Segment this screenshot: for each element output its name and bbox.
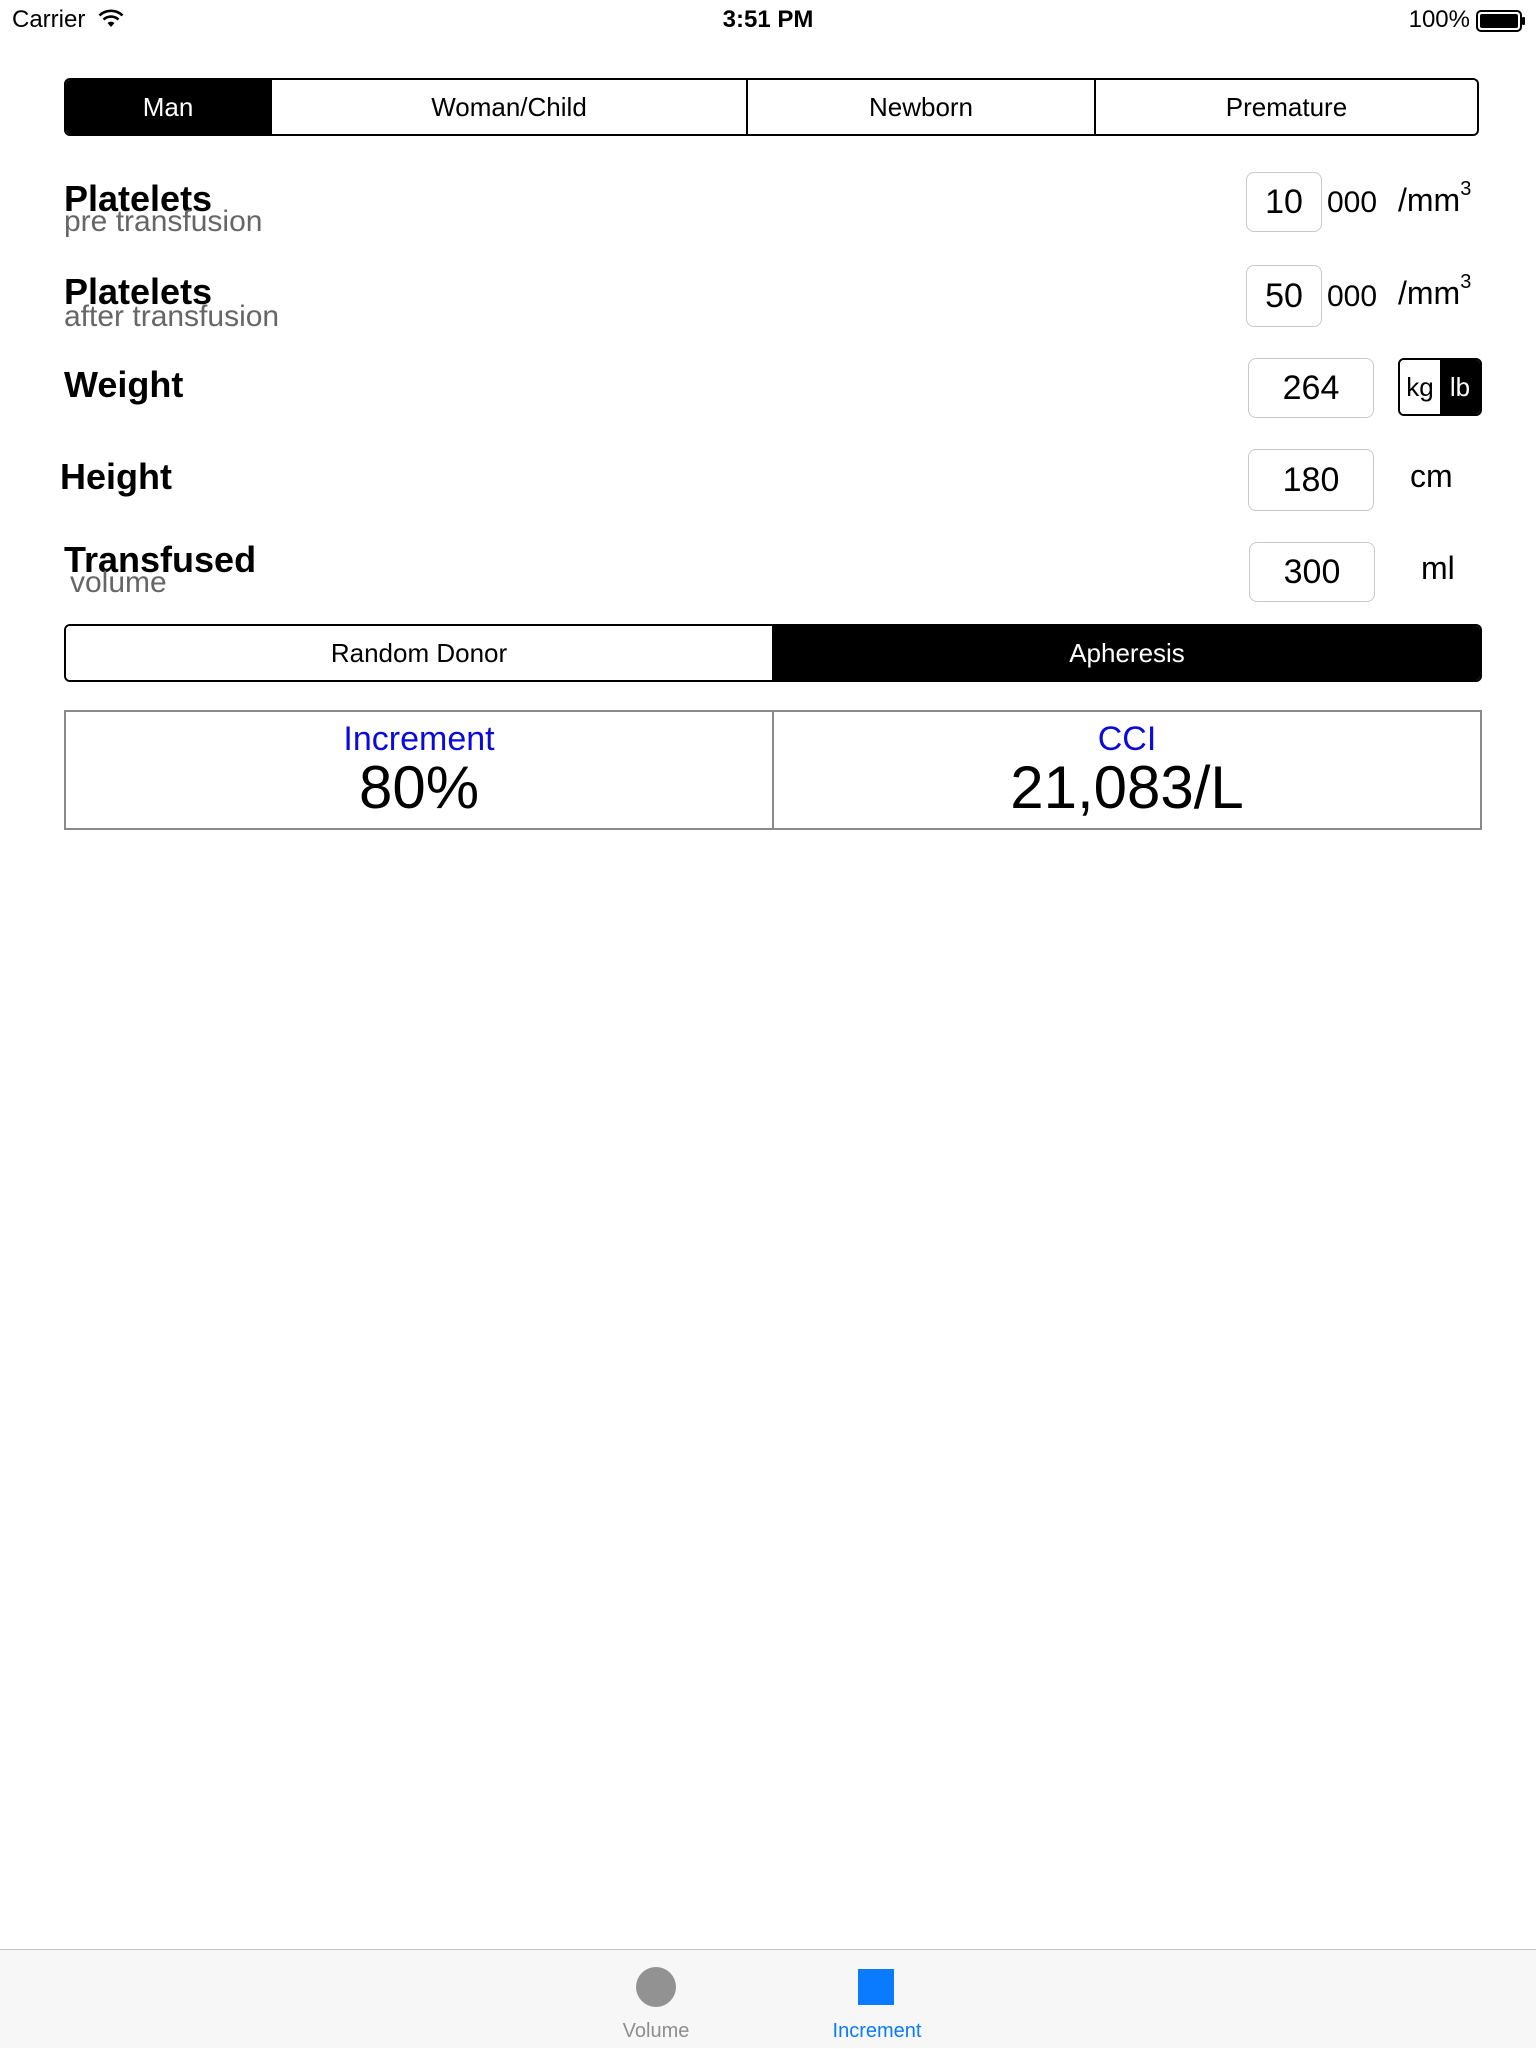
status-bar: Carrier 3:51 PM 100% bbox=[0, 0, 1536, 40]
platelets-post-unit: /mm3 bbox=[1398, 271, 1471, 312]
tab-volume-label: Volume bbox=[622, 2020, 690, 2042]
height-label: Height bbox=[60, 456, 172, 497]
increment-title: Increment bbox=[343, 719, 495, 758]
cci-result: CCI 21,083/L bbox=[774, 712, 1480, 828]
platelets-post-input[interactable]: 50 bbox=[1246, 265, 1322, 327]
weight-input[interactable]: 264 bbox=[1248, 358, 1374, 418]
platelets-post-suffix: 000 bbox=[1327, 280, 1378, 313]
patient-type-segmented-control[interactable]: Man Woman/Child Newborn Premature bbox=[64, 78, 1479, 136]
platelets-pre-suffix: 000 bbox=[1327, 186, 1378, 219]
tab-increment[interactable]: Increment bbox=[777, 1950, 977, 2049]
segment-apheresis[interactable]: Apheresis bbox=[774, 626, 1480, 680]
platelets-pre-sublabel: pre transfusion bbox=[64, 205, 263, 238]
weight-label: Weight bbox=[64, 364, 184, 405]
donor-type-segmented-control[interactable]: Random Donor Apheresis bbox=[64, 624, 1482, 682]
weight-unit-toggle[interactable]: kg lb bbox=[1398, 358, 1482, 416]
circle-icon bbox=[636, 1967, 676, 2007]
segment-man[interactable]: Man bbox=[66, 80, 272, 134]
platelets-post-unit-exponent: 3 bbox=[1460, 271, 1472, 294]
increment-value: 80% bbox=[358, 753, 480, 821]
cci-value: 21,083/L bbox=[1010, 753, 1244, 821]
tab-increment-icon-wrap bbox=[777, 1967, 977, 2007]
segment-woman-child[interactable]: Woman/Child bbox=[272, 80, 748, 134]
platelets-pre-unit: /mm3 bbox=[1398, 178, 1471, 219]
tab-bar: Volume Increment bbox=[0, 1949, 1536, 2048]
battery-icon bbox=[1476, 10, 1525, 32]
tab-volume[interactable]: Volume bbox=[556, 1950, 756, 2049]
platelets-pre-unit-exponent: 3 bbox=[1460, 178, 1472, 201]
transfused-sublabel: volume bbox=[70, 566, 167, 599]
platelets-post-unit-text: /mm bbox=[1398, 275, 1461, 311]
platelets-pre-unit-text: /mm bbox=[1398, 182, 1461, 218]
transfused-unit: ml bbox=[1421, 550, 1455, 586]
tab-increment-label: Increment bbox=[832, 2020, 922, 2042]
cci-title: CCI bbox=[1097, 719, 1157, 758]
square-icon bbox=[858, 1969, 894, 2005]
segment-newborn[interactable]: Newborn bbox=[748, 80, 1096, 134]
transfused-volume-input[interactable]: 300 bbox=[1249, 542, 1375, 602]
height-unit: cm bbox=[1410, 458, 1453, 494]
results-panel: Increment 80% CCI 21,083/L bbox=[64, 710, 1482, 830]
status-time: 3:51 PM bbox=[722, 6, 814, 33]
platelets-pre-input[interactable]: 10 bbox=[1246, 172, 1322, 232]
battery-percent: 100% bbox=[1408, 6, 1470, 33]
platelets-post-sublabel: after transfusion bbox=[64, 300, 280, 333]
segment-premature[interactable]: Premature bbox=[1096, 80, 1477, 134]
increment-result: Increment 80% bbox=[66, 712, 774, 828]
tab-volume-icon-wrap bbox=[556, 1967, 756, 2007]
segment-random-donor[interactable]: Random Donor bbox=[66, 626, 774, 680]
unit-lb-option[interactable]: lb bbox=[1440, 360, 1480, 414]
unit-kg-option[interactable]: kg bbox=[1400, 360, 1440, 414]
height-input[interactable]: 180 bbox=[1248, 449, 1374, 511]
